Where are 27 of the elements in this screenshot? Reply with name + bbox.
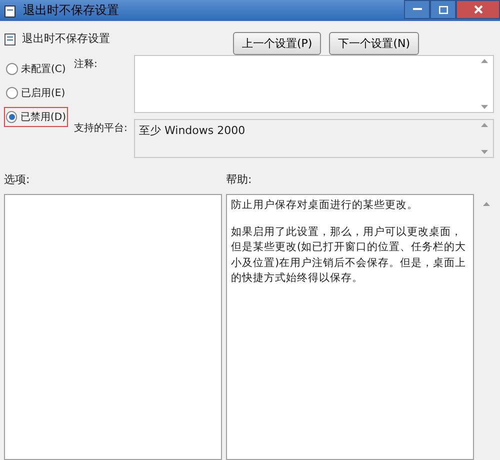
- scroll-down-icon[interactable]: [480, 105, 488, 109]
- comment-field[interactable]: [134, 55, 494, 113]
- next-setting-button[interactable]: 下一个设置(N): [329, 32, 419, 55]
- close-icon: [474, 5, 482, 14]
- window-icon: [4, 4, 18, 18]
- policy-icon: [4, 32, 18, 46]
- help-panel: 防止用户保存对桌面进行的某些更改。 如果启用了此设置，那么，用户可以更改桌面，但是某些更改(如已打开窗口的位置、任务栏的大小及位置)在用户注销后不会保存。但是，桌面上的快捷方式始终得以保存。: [226, 194, 474, 460]
- platform-field: 至少 Windows 2000: [134, 119, 494, 158]
- radio-option[interactable]: 已启用(E): [4, 83, 68, 103]
- comment-label: 注释:: [74, 58, 98, 72]
- scroll-up-icon[interactable]: [480, 59, 488, 63]
- platform-label: 支持的平台:: [74, 122, 128, 136]
- help-label: 帮助:: [226, 172, 253, 188]
- scroll-down-icon[interactable]: [480, 150, 488, 154]
- previous-setting-button[interactable]: 上一个设置(P): [232, 32, 322, 55]
- scroll-up-icon[interactable]: [480, 123, 488, 127]
- maximize-icon: [438, 6, 448, 14]
- setting-title: 退出时不保存设置: [22, 31, 110, 46]
- minimize-icon: [412, 8, 422, 11]
- close-button[interactable]: [456, 0, 500, 19]
- window-title: 退出时不保存设置: [23, 2, 119, 19]
- minimize-button[interactable]: [404, 0, 430, 19]
- maximize-button[interactable]: [430, 0, 456, 19]
- radio-option[interactable]: 已禁用(D): [4, 107, 68, 127]
- scroll-up-icon[interactable]: [482, 202, 490, 206]
- options-label: 选项:: [4, 172, 31, 188]
- radio-option[interactable]: 未配置(C): [4, 59, 68, 79]
